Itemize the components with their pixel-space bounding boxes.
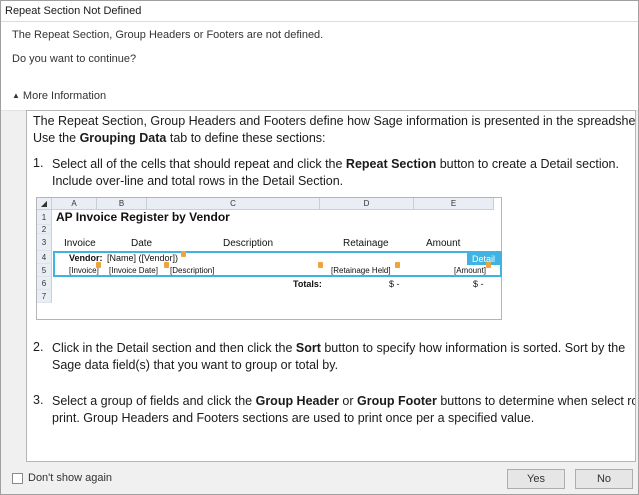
more-information-label: More Information <box>22 90 107 102</box>
message-line-1: The Repeat Section, Group Headers or Foo… <box>12 29 324 41</box>
header-amount: Amount <box>426 238 461 249</box>
row-header-1: 1 <box>37 210 52 225</box>
step-3-line-2: print. Group Headers and Footers section… <box>52 411 535 425</box>
sheet-title: AP Invoice Register by Vendor <box>56 210 230 224</box>
header-date: Date <box>131 238 153 249</box>
header-invoice: Invoice <box>64 238 96 249</box>
row-header-3: 3 <box>37 234 52 251</box>
no-button[interactable]: No <box>575 469 633 489</box>
row5-invoice: [Invoice] <box>69 266 99 275</box>
detail-section-tag: Detail <box>466 253 500 265</box>
row-header-6: 6 <box>37 277 52 290</box>
column-header-d: D <box>320 198 414 210</box>
spreadsheet-example: ◢ A B C D E 1 2 3 4 5 6 7 AP Invoice Reg… <box>36 197 502 320</box>
total-amount: $ - <box>473 279 484 289</box>
window-title: Repeat Section Not Defined <box>1 1 638 22</box>
row-header-4: 4 <box>37 251 52 264</box>
step-3-line-1: Select a group of fields and click the G… <box>52 394 636 408</box>
column-header-a: A <box>52 198 97 210</box>
row5-invoice-date: [Invoice Date] <box>109 266 158 275</box>
column-header-b: B <box>97 198 147 210</box>
field-marker-icon <box>318 262 323 268</box>
field-marker-icon <box>164 262 169 268</box>
step-3-number: 3. <box>33 393 44 407</box>
row5-retainage-held: [Retainage Held] <box>331 266 391 275</box>
step-2-line-2: Sage data field(s) that you want to grou… <box>52 358 339 372</box>
row5-description: [Description] <box>170 266 215 275</box>
sheet-corner: ◢ <box>37 198 52 210</box>
row5-amount: [Amount] <box>454 266 487 275</box>
dont-show-again-label[interactable]: Don't show again <box>28 472 112 484</box>
step-2-number: 2. <box>33 340 44 354</box>
row-header-7: 7 <box>37 290 52 303</box>
dont-show-again-checkbox[interactable] <box>12 473 23 484</box>
row-header-2: 2 <box>37 225 52 234</box>
step-1-number: 1. <box>33 156 44 170</box>
yes-button[interactable]: Yes <box>507 469 565 489</box>
totals-label: Totals: <box>293 279 322 289</box>
dialog-footer: Don't show again Yes No <box>1 464 638 494</box>
field-marker-icon <box>181 251 186 257</box>
header-description: Description <box>223 238 274 249</box>
message-line-2: Do you want to continue? <box>12 53 137 65</box>
field-marker-icon <box>395 262 400 268</box>
step-1-line-2: Include over-line and total rows in the … <box>52 174 344 188</box>
step-2-line-1: Click in the Detail section and then cli… <box>52 341 626 355</box>
message-area: The Repeat Section, Group Headers or Foo… <box>1 22 638 111</box>
intro-line-2: Use the Grouping Data tab to define thes… <box>33 131 326 145</box>
dialog-window: Repeat Section Not Defined The Repeat Se… <box>0 0 639 495</box>
intro-line-1: The Repeat Section, Group Headers and Fo… <box>33 114 636 128</box>
triangle-up-icon: ▲ <box>12 91 20 100</box>
column-header-e: E <box>414 198 494 210</box>
more-information-panel[interactable]: The Repeat Section, Group Headers and Fo… <box>26 110 636 462</box>
column-header-c: C <box>147 198 320 210</box>
field-marker-icon <box>96 262 101 268</box>
field-marker-icon <box>486 262 491 268</box>
row-header-5: 5 <box>37 264 52 277</box>
header-retainage: Retainage <box>343 238 389 249</box>
more-information-toggle[interactable]: ▲ More Information <box>12 90 106 102</box>
total-retainage: $ - <box>389 279 400 289</box>
step-1-line-1: Select all of the cells that should repe… <box>52 157 619 171</box>
